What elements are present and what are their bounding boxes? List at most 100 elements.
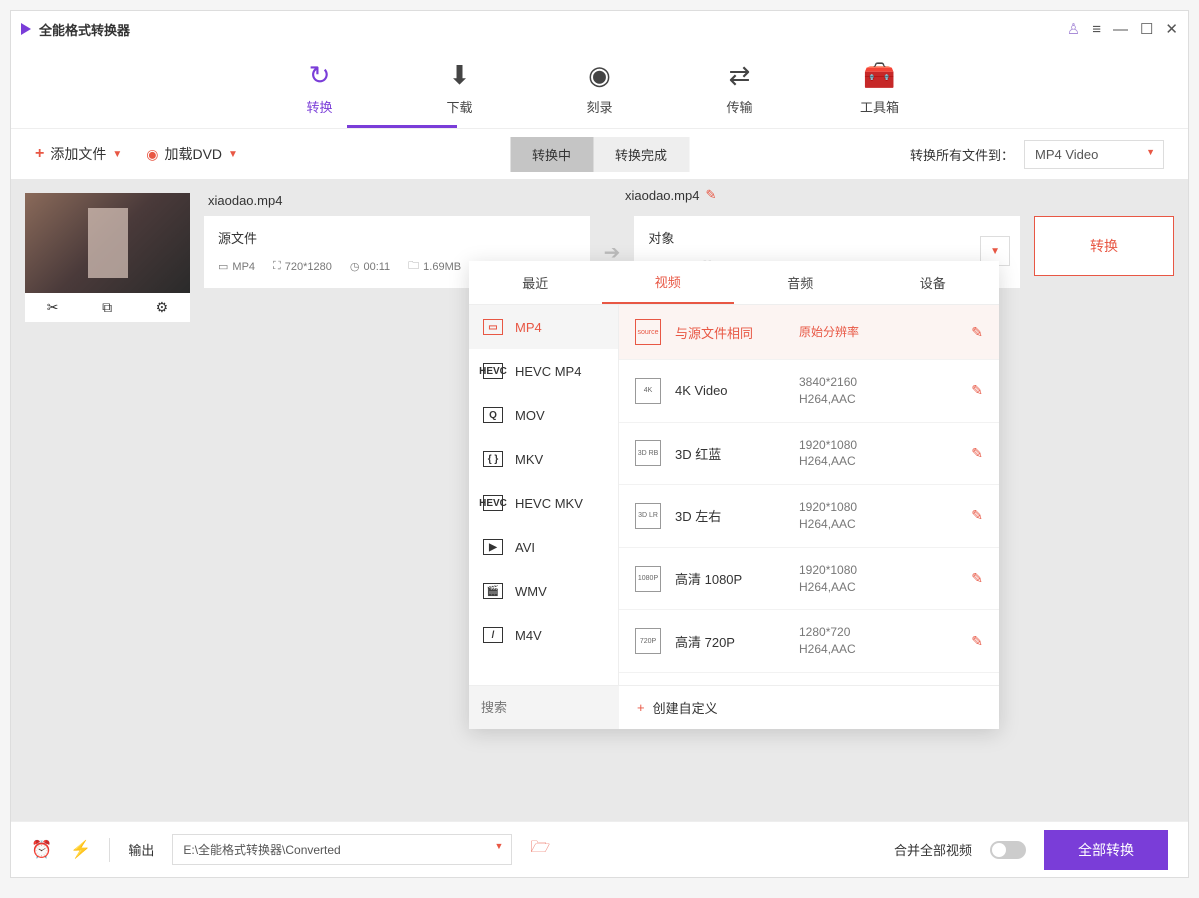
preset-name: 与源文件相同 (675, 323, 785, 342)
merge-toggle[interactable] (990, 841, 1026, 859)
thumbnail-image[interactable] (25, 193, 190, 293)
preset-icon: 1080P (635, 566, 661, 592)
output-format-select[interactable]: MP4 Video (1024, 140, 1164, 169)
nav-convert[interactable]: ↻ 转换 (285, 47, 355, 128)
popup-tab-recent[interactable]: 最近 (469, 261, 602, 304)
resolution-icon: ⛶ (273, 260, 281, 273)
format-icon: { } (483, 451, 503, 467)
adjust-icon[interactable]: ⚙ (156, 299, 169, 316)
edit-filename-icon[interactable]: ✎ (705, 187, 716, 203)
preset-item[interactable]: 3D RB3D 红蓝1920*1080H264,AAC✎ (619, 423, 999, 486)
open-folder-icon[interactable]: 🗁 (530, 836, 550, 863)
app-window: 全能格式转换器 ♙ ≡ — ☐ ✕ ↻ 转换 ⬇ 下载 ◉ 刻录 ⇄ 传输 🧰 … (10, 10, 1189, 878)
minimize-button[interactable]: — (1113, 21, 1128, 38)
nav-label: 传输 (726, 97, 752, 116)
load-dvd-button[interactable]: ◉ 加载DVD ▼ (146, 144, 238, 164)
preset-list[interactable]: source与源文件相同原始分辨率✎4K4K Video3840*2160H26… (619, 305, 999, 685)
load-dvd-label: 加载DVD (164, 144, 222, 164)
popup-tab-video[interactable]: 视频 (602, 261, 735, 304)
convert-button[interactable]: 转换 (1034, 216, 1174, 276)
nav-transfer[interactable]: ⇄ 传输 (705, 47, 775, 128)
preset-icon: source (635, 319, 661, 345)
preset-icon: 720P (635, 628, 661, 654)
format-label: HEVC MP4 (515, 364, 581, 379)
titlebar: 全能格式转换器 ♙ ≡ — ☐ ✕ (11, 11, 1188, 47)
popup-tab-audio[interactable]: 音频 (734, 261, 867, 304)
format-label: HEVC MKV (515, 496, 583, 511)
source-res: ⛶720*1280 (273, 260, 332, 273)
format-icon: ▶ (483, 539, 503, 555)
preset-item[interactable]: source与源文件相同原始分辨率✎ (619, 305, 999, 360)
format-label: MP4 (515, 320, 542, 335)
source-size: 🗀1.69MB (408, 257, 461, 276)
nav-burn[interactable]: ◉ 刻录 (565, 47, 635, 128)
preset-name: 3D 左右 (675, 506, 785, 525)
format-icon: / (483, 627, 503, 643)
output-path-select[interactable]: E:\全能格式转换器\Converted (172, 834, 512, 865)
status-tabs: 转换中 转换完成 (510, 137, 689, 172)
folder-icon: 🗀 (408, 257, 419, 276)
main-nav: ↻ 转换 ⬇ 下载 ◉ 刻录 ⇄ 传输 🧰 工具箱 (11, 47, 1188, 129)
speed-icon[interactable]: ⚡ (70, 840, 91, 860)
preset-detail: 1920*1080H264,AAC (799, 562, 957, 596)
convert-all-button[interactable]: 全部转换 (1044, 830, 1168, 870)
format-item[interactable]: ▭MP4 (469, 305, 618, 349)
toolbar-right: 转换所有文件到： MP4 Video (910, 140, 1164, 169)
dvd-icon: ◉ (146, 146, 158, 163)
download-icon: ⬇ (449, 60, 471, 91)
add-file-label: 添加文件 (50, 144, 106, 164)
tab-converting[interactable]: 转换中 (510, 137, 593, 172)
edit-preset-icon[interactable]: ✎ (971, 633, 983, 650)
format-item[interactable]: HEVC HEVC MKV (469, 481, 618, 525)
popup-tab-device[interactable]: 设备 (867, 261, 1000, 304)
preset-item[interactable]: 720P高清 720P1280*720H264,AAC✎ (619, 610, 999, 673)
preset-item[interactable]: 1080P高清 1080P1920*1080H264,AAC✎ (619, 548, 999, 611)
format-icon: HEVC (483, 495, 503, 511)
format-item[interactable]: QMOV (469, 393, 618, 437)
format-icon: HEVC (483, 363, 503, 379)
edit-preset-icon[interactable]: ✎ (971, 570, 983, 587)
preset-item[interactable]: 4K4K Video3840*2160H264,AAC✎ (619, 360, 999, 423)
create-custom-button[interactable]: + 创建自定义 (619, 686, 999, 729)
preset-item[interactable]: 3D LR3D 左右1920*1080H264,AAC✎ (619, 485, 999, 548)
format-item[interactable]: ▶AVI (469, 525, 618, 569)
format-list[interactable]: ▭MP4 HEVC HEVC MP4 QMOV{ }MKV HEVC HEVC MKV ▶A… (469, 305, 619, 685)
add-file-button[interactable]: + 添加文件 ▼ (35, 144, 122, 164)
cut-icon[interactable]: ✂ (47, 299, 59, 316)
edit-preset-icon[interactable]: ✎ (971, 507, 983, 524)
preset-name: 高清 720P (675, 632, 785, 651)
chevron-down-icon: ▼ (228, 149, 238, 160)
nav-label: 下载 (446, 97, 472, 116)
crop-icon[interactable]: ⧉ (102, 299, 112, 316)
edit-preset-icon[interactable]: ✎ (971, 324, 983, 341)
format-label: WMV (515, 584, 547, 599)
footer: ⏰ ⚡ 输出 E:\全能格式转换器\Converted 🗁 合并全部视频 全部转… (11, 821, 1188, 877)
nav-label: 转换 (306, 97, 332, 116)
create-custom-label: 创建自定义 (653, 698, 718, 717)
close-button[interactable]: ✕ (1165, 20, 1178, 38)
nav-download[interactable]: ⬇ 下载 (425, 47, 495, 128)
maximize-button[interactable]: ☐ (1140, 20, 1153, 38)
tab-done[interactable]: 转换完成 (593, 137, 689, 172)
preset-detail: 1920*1080H264,AAC (799, 437, 957, 471)
schedule-icon[interactable]: ⏰ (31, 840, 52, 860)
format-item[interactable]: { }MKV (469, 437, 618, 481)
popup-footer: + 创建自定义 (469, 685, 999, 729)
format-item[interactable]: 🎬WMV (469, 569, 618, 613)
nav-toolbox[interactable]: 🧰 工具箱 (845, 47, 915, 128)
edit-preset-icon[interactable]: ✎ (971, 382, 983, 399)
source-format: ▭MP4 (218, 260, 255, 273)
format-item[interactable]: /M4V (469, 613, 618, 657)
preset-icon: 4K (635, 378, 661, 404)
format-search-input[interactable] (469, 686, 619, 729)
source-duration: ◷00:11 (350, 260, 390, 273)
user-icon[interactable]: ♙ (1067, 20, 1080, 38)
convert-icon: ↻ (309, 60, 331, 91)
app-title: 全能格式转换器 (39, 20, 1067, 39)
source-title: 源文件 (218, 228, 576, 247)
preset-name: 3D 红蓝 (675, 444, 785, 463)
content-area: ✂ ⧉ ⚙ xiaodao.mp4 源文件 ▭MP4 ⛶ (11, 179, 1188, 821)
edit-preset-icon[interactable]: ✎ (971, 445, 983, 462)
menu-icon[interactable]: ≡ (1092, 21, 1101, 38)
format-item[interactable]: HEVC HEVC MP4 (469, 349, 618, 393)
